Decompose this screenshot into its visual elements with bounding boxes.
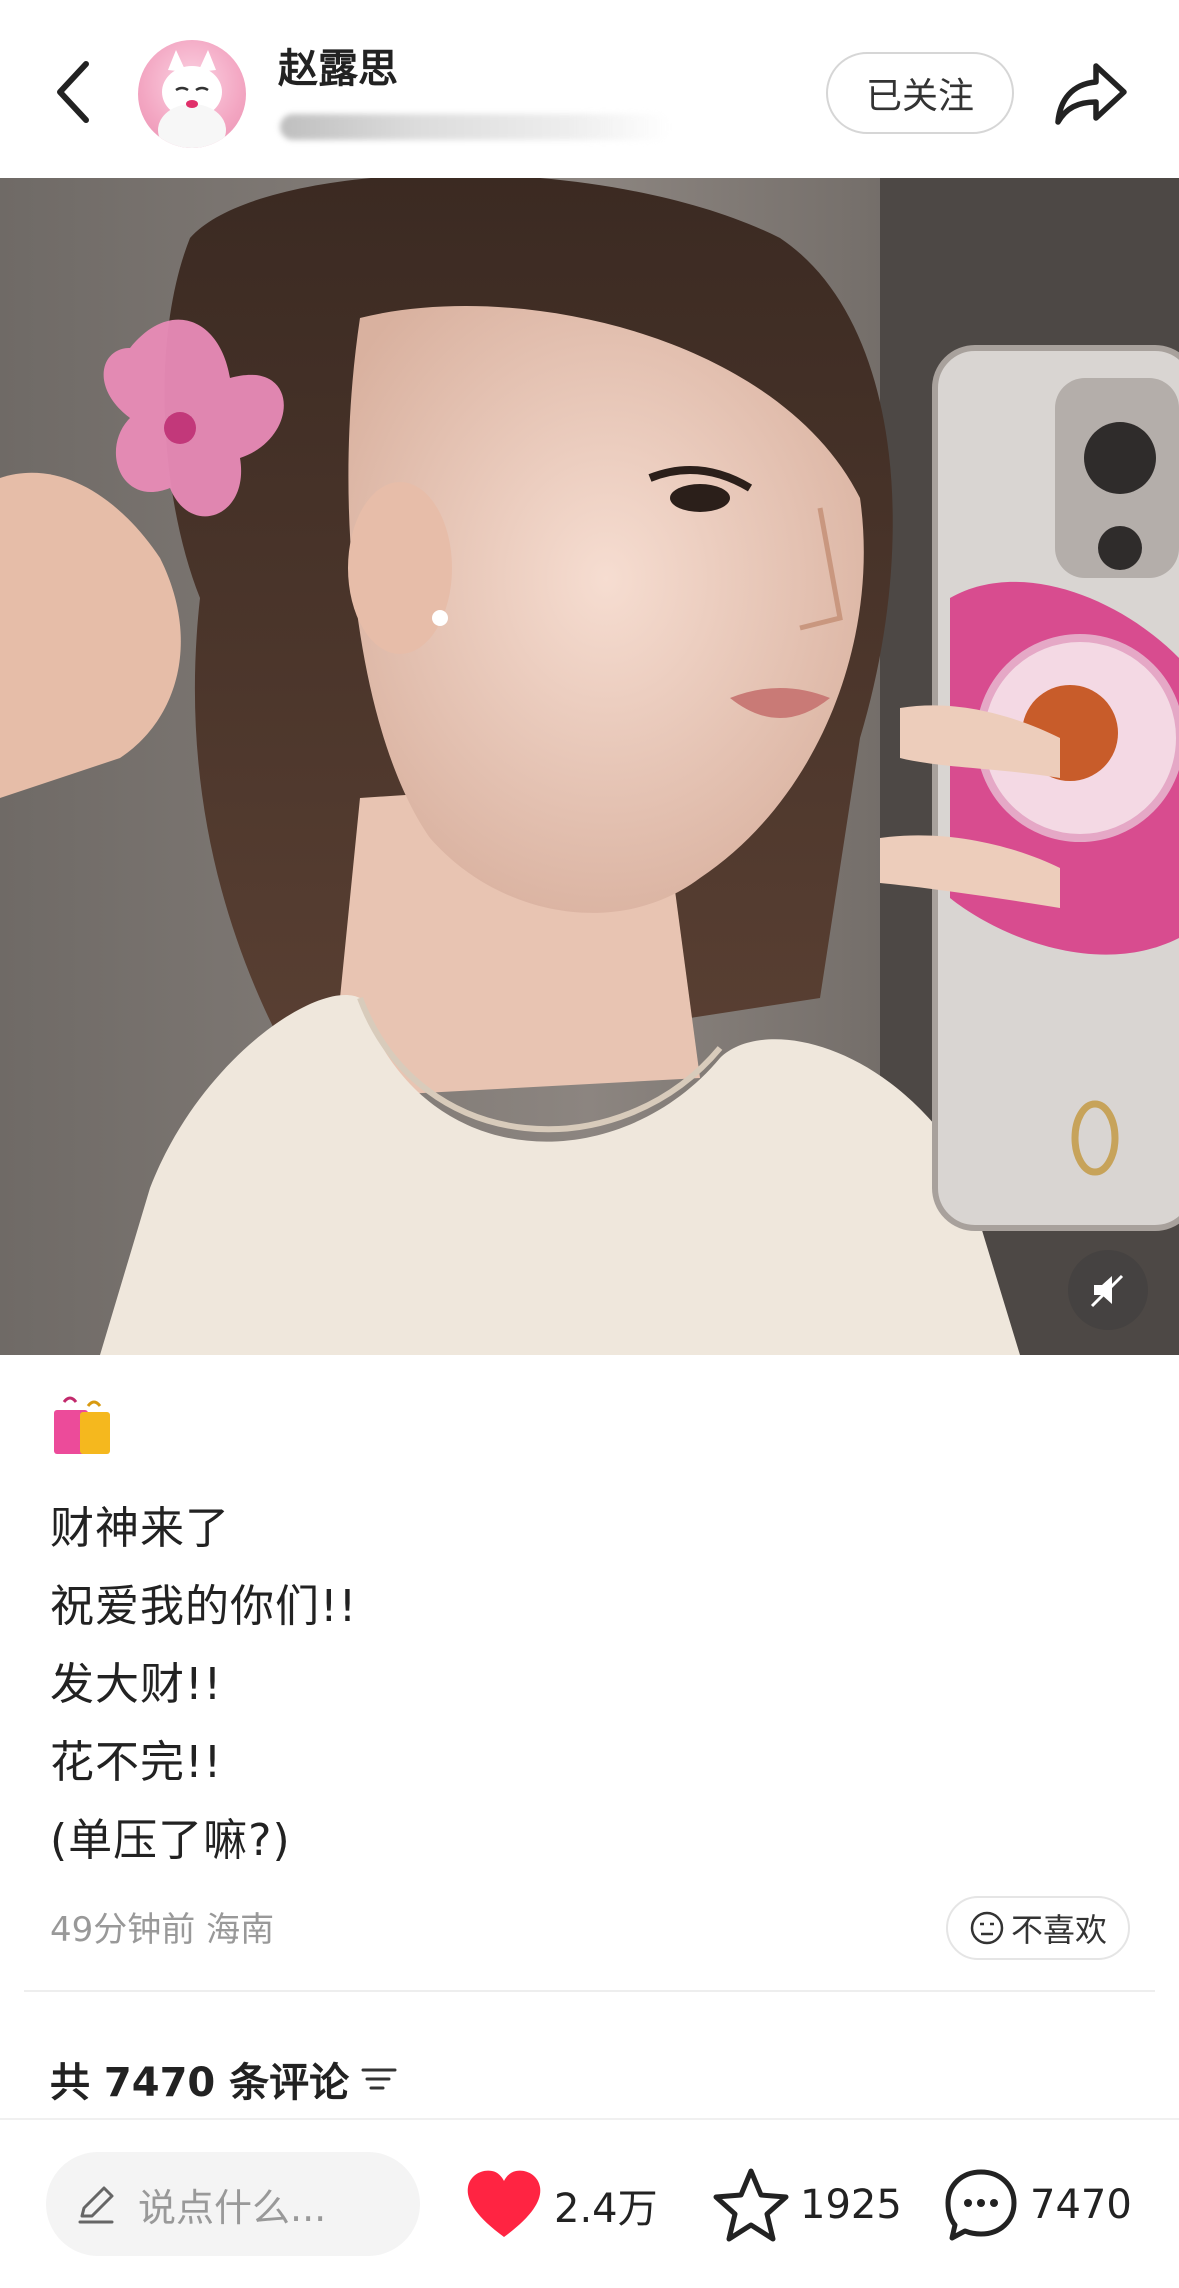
favorite-count: 1925 [800,2182,902,2228]
star-icon [713,2168,789,2242]
comment-input-placeholder: 说点什么... [138,2185,327,2230]
dislike-button[interactable]: 不喜欢 [946,1896,1130,1960]
post-text-line: 花不完!! [50,1737,223,1788]
divider [24,1990,1155,1992]
like-count: 2.4万 [554,2186,658,2232]
post-text-line: (单压了嘛?) [50,1815,291,1866]
username[interactable]: 赵露思 [278,36,398,94]
follow-button[interactable]: 已关注 [826,52,1014,134]
mute-button[interactable] [1068,1250,1148,1330]
blurred-subtitle [280,114,670,140]
post-photo[interactable] [0,178,1179,1355]
shopping-bags-emoji [50,1392,114,1456]
post-text-line: 发大财!! [50,1659,223,1710]
share-button[interactable] [1052,56,1132,132]
neutral-face-icon [970,1911,1004,1945]
post-text-line: 财神来了 [50,1503,230,1554]
top-nav-bar: 赵露思 已关注 [0,0,1179,178]
favorite-button[interactable]: 1925 [712,2160,902,2250]
heart-icon [467,2170,541,2237]
comment-count-label: 共 7470 条评论 [50,2060,350,2106]
cat-avatar-icon [158,50,226,148]
sort-icon [361,2068,397,2090]
mute-icon [1090,1274,1124,1308]
share-arrow-icon [1055,63,1127,125]
avatar[interactable] [138,40,246,148]
post-text-line: 祝爱我的你们!! [50,1581,358,1632]
back-button[interactable] [40,52,110,132]
post-time-location: 49分钟前 海南 [50,1910,275,1950]
comment-input[interactable]: 说点什么... [46,2152,420,2256]
dislike-label: 不喜欢 [1010,1911,1107,1949]
bottom-action-bar: 说点什么... 2.4万 1925 7470 [0,2118,1179,2288]
like-button[interactable]: 2.4万 [464,2160,658,2250]
selfie-image [0,178,1179,1355]
comment-count: 7470 [1030,2182,1132,2228]
comment-button[interactable]: 7470 [942,2160,1132,2250]
pencil-icon [78,2186,114,2224]
comments-header[interactable]: 共 7470 条评论 [50,2050,397,2108]
chevron-left-icon [57,61,89,123]
comment-bubble-icon [945,2169,1017,2241]
